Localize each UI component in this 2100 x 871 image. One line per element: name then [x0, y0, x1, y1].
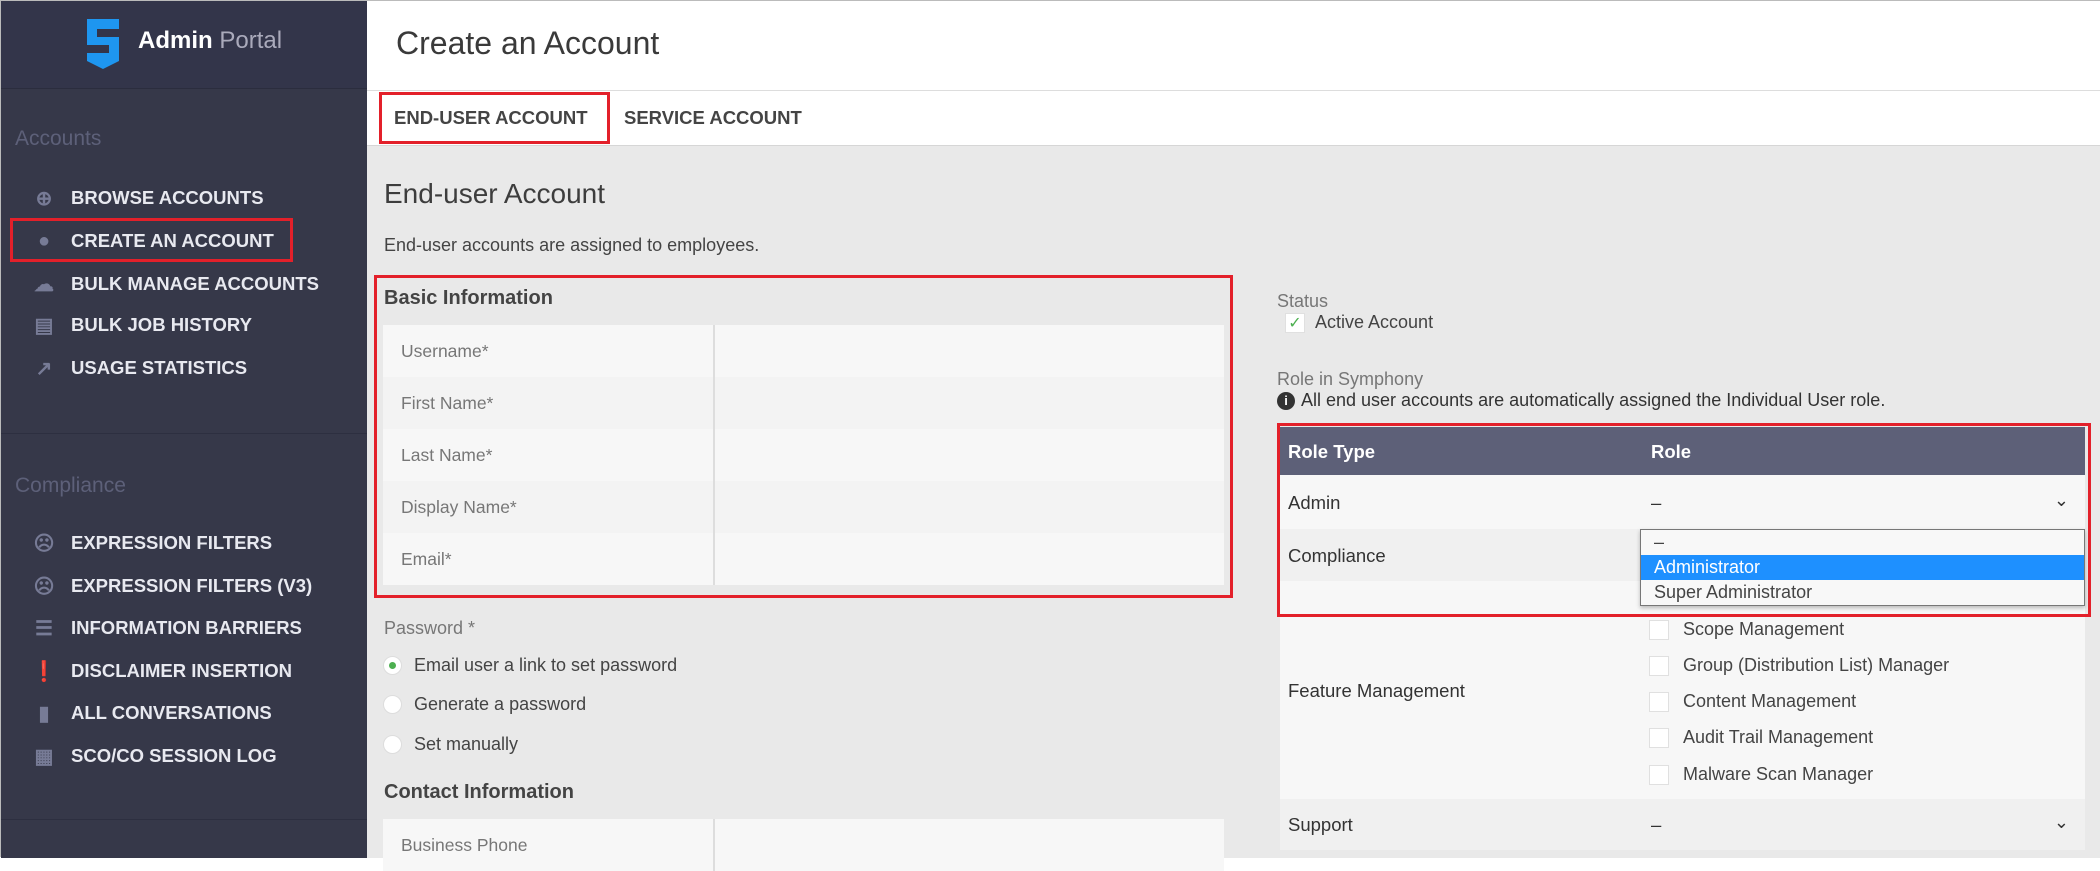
- status-label: Status: [1277, 291, 1329, 311]
- main-content: Create an Account END-USER ACCOUNT SERVI…: [367, 1, 2100, 871]
- sidebar-item-label: EXPRESSION FILTERS: [71, 532, 273, 553]
- sidebar-item-label: EXPRESSION FILTERS (V3): [71, 575, 313, 596]
- checkbox-scope-management[interactable]: Scope Management: [1649, 619, 1844, 640]
- calendar-icon: ▦: [34, 745, 54, 768]
- role-label: Role in Symphony: [1277, 369, 1424, 389]
- exclamation-icon: ❗: [31, 660, 57, 683]
- annotation-highlight: [10, 218, 293, 262]
- section-title-accounts: Accounts: [15, 127, 102, 150]
- sidebar-item-label: ALL CONVERSATIONS: [71, 702, 272, 723]
- section-title-compliance: Compliance: [15, 474, 126, 497]
- barrier-icon: ☰: [35, 617, 53, 640]
- checkbox-icon: [1649, 655, 1669, 676]
- sidebar-item-label: BULK MANAGE ACCOUNTS: [71, 273, 320, 294]
- sidebar-item-label: USAGE STATISTICS: [71, 357, 248, 378]
- cloud-icon: ☁: [34, 273, 54, 296]
- active-account-checkbox[interactable]: ✓ Active Account: [1285, 312, 1433, 333]
- sidebar-item-label: INFORMATION BARRIERS: [71, 617, 302, 638]
- inbox-icon: ▤: [34, 314, 54, 337]
- checkbox-content-management[interactable]: Content Management: [1649, 691, 1856, 712]
- sidebar-item-bulk-manage-accounts[interactable]: ☁ BULK MANAGE ACCOUNTS: [31, 266, 361, 302]
- sidebar-item-sco-co-session-log[interactable]: ▦ SCO/CO SESSION LOG: [31, 738, 361, 774]
- checkbox-label: Scope Management: [1683, 619, 1845, 639]
- annotation-highlight: [379, 92, 610, 144]
- section-description: End-user accounts are assigned to employ…: [384, 235, 760, 255]
- sidebar-divider: [1, 819, 367, 820]
- annotation-highlight: [374, 275, 1233, 598]
- radio-label: Set manually: [414, 734, 519, 754]
- radio-generate-password[interactable]: Generate a password: [383, 694, 586, 715]
- sidebar-divider: [1, 433, 367, 434]
- checkbox-label: Group (Distribution List) Manager: [1683, 655, 1950, 675]
- symphony-logo-icon: [87, 19, 119, 69]
- checkbox-audit-trail-management[interactable]: Audit Trail Management: [1649, 727, 1873, 748]
- checkbox-icon: [1649, 764, 1669, 785]
- tab-service-account[interactable]: SERVICE ACCOUNT: [624, 107, 802, 129]
- checkbox-malware-scan-manager[interactable]: Malware Scan Manager: [1649, 764, 1873, 785]
- tab-bar: END-USER ACCOUNT SERVICE ACCOUNT: [367, 91, 2100, 146]
- sidebar-item-browse-accounts[interactable]: ⊕ BROWSE ACCOUNTS: [31, 180, 361, 216]
- filter-face-icon: ☹: [33, 575, 55, 598]
- sidebar-item-usage-statistics[interactable]: ↗ USAGE STATISTICS: [31, 350, 361, 386]
- support-role-select[interactable]: – ⌄: [1641, 799, 2085, 850]
- sidebar-item-disclaimer-insertion[interactable]: ❗ DISCLAIMER INSERTION: [31, 653, 361, 689]
- select-value: –: [1651, 814, 1662, 835]
- sidebar: Admin Portal Accounts ⊕ BROWSE ACCOUNTS ●…: [1, 1, 367, 858]
- check-icon: ✓: [1285, 312, 1305, 333]
- contact-information-title: Contact Information: [384, 781, 574, 803]
- radio-icon: [383, 735, 402, 754]
- role-type-label: Support: [1288, 814, 1353, 835]
- contact-information-form: Business Phone: [383, 819, 1224, 871]
- checkbox-group-manager[interactable]: Group (Distribution List) Manager: [1649, 655, 1949, 676]
- info-icon: i: [1277, 391, 1295, 410]
- trend-chart-icon: ↗: [35, 357, 53, 380]
- brand-light: Portal: [219, 27, 283, 54]
- chevron-down-icon: ⌄: [2053, 812, 2069, 832]
- checkbox-label: Content Management: [1683, 691, 1857, 711]
- radio-label: Generate a password: [414, 694, 587, 714]
- sidebar-item-expression-filters-v3[interactable]: ☹ EXPRESSION FILTERS (V3): [31, 568, 361, 604]
- section-heading: End-user Account: [384, 178, 606, 209]
- annotation-highlight: [1277, 423, 2091, 617]
- radio-icon: [383, 695, 402, 714]
- field-label: Business Phone: [401, 835, 528, 855]
- checkbox-icon: [1649, 691, 1669, 712]
- sidebar-item-label: BROWSE ACCOUNTS: [71, 187, 264, 208]
- business-phone-input[interactable]: [713, 819, 1224, 871]
- filter-face-icon: ☹: [33, 532, 55, 555]
- checkbox-label: Malware Scan Manager: [1683, 764, 1874, 784]
- role-type-label: Feature Management: [1288, 680, 1465, 701]
- checkbox-label: Audit Trail Management: [1683, 727, 1874, 747]
- role-row-support: Support – ⌄: [1280, 799, 2085, 850]
- search-user-icon: ⊕: [35, 187, 53, 210]
- role-info-text: All end user accounts are automatically …: [1301, 390, 1886, 410]
- radio-label: Email user a link to set password: [414, 655, 678, 675]
- checkbox-icon: [1649, 727, 1669, 748]
- logo-header: Admin Portal: [1, 1, 367, 89]
- sidebar-item-label: SCO/CO SESSION LOG: [71, 745, 277, 766]
- sidebar-item-all-conversations[interactable]: ▮ ALL CONVERSATIONS: [31, 695, 361, 731]
- door-icon: ▮: [38, 702, 50, 725]
- role-info: i All end user accounts are automatically…: [1277, 390, 1885, 411]
- checkbox-label: Active Account: [1315, 312, 1434, 332]
- password-label: Password *: [384, 618, 476, 638]
- form-row-business-phone: Business Phone: [383, 819, 1224, 871]
- checkbox-icon: [1649, 619, 1669, 640]
- brand-bold: Admin: [138, 27, 213, 54]
- sidebar-item-label: DISCLAIMER INSERTION: [71, 660, 292, 681]
- title-bar: Create an Account: [367, 1, 2100, 91]
- sidebar-item-expression-filters[interactable]: ☹ EXPRESSION FILTERS: [31, 525, 361, 561]
- radio-email-link[interactable]: Email user a link to set password: [383, 655, 677, 676]
- radio-set-manually[interactable]: Set manually: [383, 734, 518, 755]
- sidebar-item-label: BULK JOB HISTORY: [71, 314, 252, 335]
- sidebar-item-information-barriers[interactable]: ☰ INFORMATION BARRIERS: [31, 610, 361, 646]
- page-title: Create an Account: [396, 25, 660, 61]
- sidebar-item-bulk-job-history[interactable]: ▤ BULK JOB HISTORY: [31, 307, 361, 343]
- radio-selected-icon: [383, 656, 402, 675]
- brand-name: Admin Portal: [138, 27, 282, 55]
